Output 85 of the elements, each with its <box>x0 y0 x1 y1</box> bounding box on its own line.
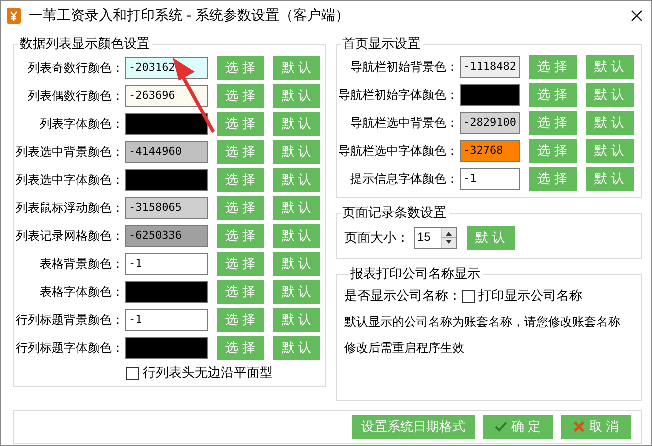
select-button[interactable]: 选 择 <box>528 83 576 107</box>
default-button[interactable]: 默 认 <box>273 224 320 248</box>
close-icon[interactable] <box>631 10 643 22</box>
color-field[interactable]: -1118482 <box>460 56 520 78</box>
group-title: 首页显示设置 <box>342 35 422 53</box>
checkbox[interactable] <box>126 366 139 380</box>
app-icon <box>7 8 21 24</box>
default-button[interactable]: 默 认 <box>273 168 320 192</box>
color-field[interactable]: -2829100 <box>460 112 520 134</box>
color-field[interactable] <box>125 281 208 303</box>
color-field[interactable]: -263696 <box>125 85 208 107</box>
group-title: 数据列表显示颜色设置 <box>19 35 151 53</box>
field-label: 导航栏选中字体颜色： <box>338 142 460 160</box>
color-field[interactable] <box>125 169 208 191</box>
default-button[interactable]: 默 认 <box>273 84 320 108</box>
select-button[interactable]: 选 择 <box>216 252 264 276</box>
select-button[interactable]: 选 择 <box>216 336 264 360</box>
default-button[interactable]: 默 认 <box>273 308 320 332</box>
field-label: 列表奇数行颜色： <box>27 60 125 76</box>
default-button[interactable]: 默 认 <box>273 252 320 276</box>
select-button[interactable]: 选 择 <box>216 168 264 192</box>
default-button[interactable]: 默 认 <box>273 112 320 136</box>
default-button[interactable]: 默 认 <box>586 167 634 191</box>
field-label: 列表鼠标浮动颜色： <box>15 200 125 216</box>
cross-icon <box>573 420 586 434</box>
field-label: 列表偶数行颜色： <box>27 88 125 104</box>
select-button[interactable]: 选 择 <box>528 111 576 135</box>
field-label: 行列标题背景颜色： <box>15 312 125 328</box>
checkbox-label: 打印显示公司名称 <box>478 287 582 305</box>
color-field[interactable] <box>460 84 520 106</box>
select-button[interactable]: 选 择 <box>528 55 576 79</box>
note-text: 默认显示的公司名称为账套名称，请您修改账套名称 <box>344 314 620 331</box>
field-label: 导航栏初始背景色： <box>350 58 460 76</box>
field-label: 列表选中背景颜色： <box>15 144 125 160</box>
color-field[interactable] <box>125 337 208 359</box>
default-button[interactable]: 默 认 <box>273 56 320 80</box>
select-button[interactable]: 选 择 <box>216 196 264 220</box>
checkbox-label: 行列表头无边沿平面型 <box>143 364 273 382</box>
field-label: 页面大小： <box>344 229 410 247</box>
field-label: 导航栏初始字体颜色： <box>338 86 460 104</box>
select-button[interactable]: 选 择 <box>528 167 576 191</box>
field-label: 导航栏选中背景色： <box>350 114 460 132</box>
cancel-button[interactable]: 取 消 <box>561 415 631 439</box>
check-icon <box>495 421 508 433</box>
select-button[interactable]: 选 择 <box>216 308 264 332</box>
field-label: 表格背景颜色： <box>39 256 125 272</box>
select-button[interactable]: 选 择 <box>216 84 264 108</box>
select-button[interactable]: 选 择 <box>528 139 576 163</box>
select-button[interactable]: 选 择 <box>216 56 264 80</box>
ok-button[interactable]: 确 定 <box>483 415 553 439</box>
field-label: 列表记录网格颜色： <box>15 228 125 244</box>
field-label: 提示信息字体颜色： <box>350 170 460 188</box>
default-button[interactable]: 默 认 <box>273 196 320 220</box>
color-field[interactable]: -32768 <box>460 140 520 162</box>
default-button[interactable]: 默 认 <box>273 336 320 360</box>
default-button[interactable]: 默 认 <box>586 55 634 79</box>
note-text: 修改后需重启程序生效 <box>344 340 464 357</box>
checkbox[interactable] <box>462 290 474 302</box>
window-title: 一苇工资录入和打印系统 - 系统参数设置（客户端） <box>29 7 350 25</box>
field-label: 行列标题字体颜色： <box>15 340 125 356</box>
select-button[interactable]: 选 择 <box>216 140 264 164</box>
color-field[interactable]: -1 <box>460 168 520 190</box>
default-button[interactable]: 默 认 <box>586 111 634 135</box>
color-field[interactable]: -1 <box>125 253 208 275</box>
default-button[interactable]: 默 认 <box>273 140 320 164</box>
default-button[interactable]: 默 认 <box>273 280 320 304</box>
field-label: 列表字体颜色： <box>39 116 125 132</box>
default-button[interactable]: 默 认 <box>466 226 514 250</box>
default-button[interactable]: 默 认 <box>586 83 634 107</box>
color-field[interactable]: -1 <box>125 309 208 331</box>
select-button[interactable]: 选 择 <box>216 280 264 304</box>
field-label: 列表选中字体颜色： <box>15 172 125 188</box>
color-field[interactable] <box>125 113 208 135</box>
field-label: 是否显示公司名称： <box>344 287 462 305</box>
select-button[interactable]: 选 择 <box>216 224 264 248</box>
date-format-button[interactable]: 设置系统日期格式 <box>352 415 475 439</box>
select-button[interactable]: 选 择 <box>216 112 264 136</box>
color-field[interactable]: -3158065 <box>125 197 208 219</box>
group-title: 报表打印公司名称显示 <box>350 265 482 283</box>
page-size-spinner[interactable]: 15 <box>414 227 456 249</box>
color-field[interactable]: -6250336 <box>125 225 208 247</box>
group-title: 页面记录条数设置 <box>342 204 448 222</box>
field-label: 表格字体颜色： <box>39 284 125 300</box>
default-button[interactable]: 默 认 <box>586 139 634 163</box>
color-field[interactable]: -4144960 <box>125 141 208 163</box>
